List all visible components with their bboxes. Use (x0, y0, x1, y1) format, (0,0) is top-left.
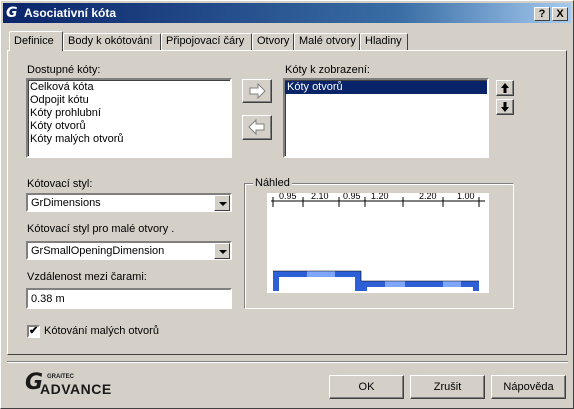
small-opening-style-select[interactable]: GrSmallOpeningDimension (26, 241, 232, 260)
line-distance-label: Vzdálenost mezi čarami: (27, 271, 147, 283)
list-item[interactable]: Celková kóta (28, 81, 230, 94)
arrow-right-icon (249, 82, 266, 100)
chevron-down-icon[interactable] (214, 243, 230, 259)
list-item[interactable]: Kóty prohlubní (28, 107, 230, 120)
small-opening-style-label: Kótovací styl pro malé otvory . (27, 223, 175, 235)
remove-button[interactable] (242, 115, 272, 140)
logo-small: GRAITEC (47, 374, 74, 380)
dialog-window: G Asociativní kóta ? X Definice Body k o… (0, 0, 574, 409)
line-distance-value: 0.38 m (31, 293, 65, 305)
window-title: Asociativní kóta (24, 6, 117, 20)
available-listbox[interactable]: Celková kóta Odpojit kótu Kóty prohlubní… (26, 78, 232, 158)
preview-dim-label: 0.95 (343, 193, 361, 201)
title-bar[interactable]: G Asociativní kóta ? X (3, 3, 571, 23)
list-item[interactable]: Kóty otvorů (28, 120, 230, 133)
move-up-button[interactable] (496, 80, 514, 96)
help-title-button[interactable]: ? (534, 7, 550, 21)
line-distance-input[interactable]: 0.38 m (26, 288, 232, 309)
list-item[interactable]: Odpojit kótu (28, 94, 230, 107)
cancel-button[interactable]: Zrušit (410, 375, 485, 399)
preview-dim-label: 2.10 (311, 193, 329, 201)
preview-canvas: 0.95 2.10 0.95 1.20 2.20 1.00 (267, 191, 489, 293)
small-openings-checkbox[interactable]: ✔ (27, 325, 40, 338)
preview-dim-label: 2.20 (419, 193, 437, 201)
list-item[interactable]: Kóty malých otvorů (28, 133, 230, 146)
small-openings-checkbox-label[interactable]: Kótování malých otvorů (44, 325, 159, 338)
preview-drawing: 0.95 2.10 0.95 1.20 2.20 1.00 (271, 191, 485, 291)
tab-otvory[interactable]: Otvory (252, 33, 294, 50)
list-item[interactable]: Kóty otvorů (285, 81, 487, 94)
footer-separator (7, 361, 568, 363)
preview-dim-label: 1.00 (457, 193, 475, 201)
tab-male-otvory[interactable]: Malé otvory (294, 33, 360, 50)
dimension-style-value: GrDimensions (31, 197, 101, 209)
available-label: Dostupné kóty: (27, 64, 101, 76)
logo-big: ADVANCE (40, 381, 112, 397)
help-button[interactable]: Nápověda (491, 375, 566, 399)
to-display-listbox[interactable]: Kóty otvorů (283, 78, 489, 158)
preview-dim-label: 1.20 (371, 193, 389, 201)
add-button[interactable] (242, 79, 272, 103)
small-opening-style-value: GrSmallOpeningDimension (31, 245, 165, 257)
tab-hladiny[interactable]: Hladiny (360, 33, 408, 50)
tab-strip: Definice Body k okótování Připojovací čá… (1, 31, 574, 51)
arrow-down-icon (501, 102, 509, 112)
tab-pripojovaci-cary[interactable]: Připojovací čáry (161, 33, 252, 50)
dimension-style-label: Kótovací styl: (27, 178, 93, 190)
preview-dim-label: 0.95 (279, 193, 297, 201)
ok-button[interactable]: OK (329, 375, 404, 399)
wall-outline (273, 270, 479, 291)
dimension-style-select[interactable]: GrDimensions (26, 193, 232, 212)
arrow-up-icon (501, 83, 509, 93)
tab-body-k-okotovani[interactable]: Body k okótování (63, 33, 161, 50)
graitec-g-icon: G (6, 5, 18, 21)
to-display-label: Kóty k zobrazení: (285, 64, 370, 76)
chevron-down-icon[interactable] (214, 195, 230, 211)
preview-title: Náhled (253, 177, 292, 190)
close-button[interactable]: X (552, 7, 568, 21)
arrow-left-icon (248, 118, 265, 136)
move-down-button[interactable] (496, 99, 514, 115)
tab-definice[interactable]: Definice (9, 31, 63, 51)
graitec-advance-logo: G GRAITEC ADVANCE (25, 371, 125, 398)
